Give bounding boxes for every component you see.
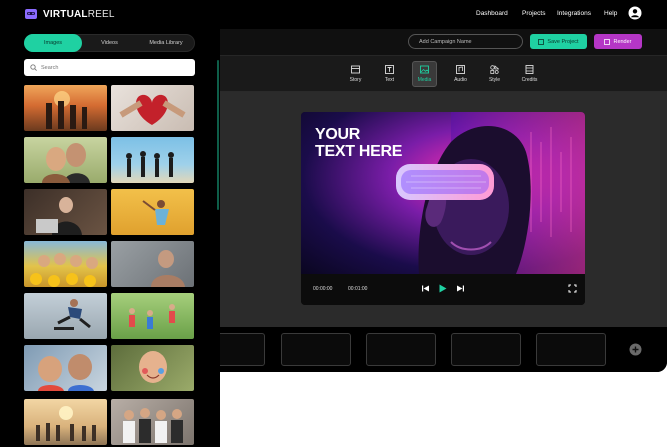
- editor-tools-bar: [220, 56, 667, 92]
- style-icon: [490, 65, 499, 74]
- brand-name: VIRTUALREEL: [43, 8, 115, 20]
- tool-story-label: Story: [349, 77, 362, 83]
- timeline-clip[interactable]: [536, 333, 606, 366]
- tool-credits-label: Credits: [521, 77, 538, 83]
- player-controls: 00:00:00 00:01:00: [301, 274, 585, 305]
- media-thumbnail[interactable]: [24, 241, 107, 287]
- video-frame: YOUR TEXT HERE: [301, 112, 585, 275]
- tool-text-label: Text: [384, 77, 395, 83]
- tool-media[interactable]: Media: [412, 61, 437, 87]
- tool-story[interactable]: Story: [343, 61, 368, 87]
- child-face-paint-image: [139, 351, 167, 383]
- video-preview[interactable]: YOUR TEXT HERE 00:00:00 00:01:00: [301, 112, 585, 305]
- group-sunset-image: [36, 406, 96, 441]
- media-thumbnail[interactable]: [111, 345, 194, 391]
- save-project-button[interactable]: Save Project: [530, 34, 587, 49]
- friends-walking-image: [126, 151, 174, 177]
- smiling-couple-image: [42, 143, 90, 183]
- audio-icon: [456, 65, 465, 74]
- overlay-text-line2[interactable]: TEXT HERE: [315, 143, 402, 160]
- media-icon: [420, 65, 429, 74]
- skateboarder-image: [54, 299, 91, 330]
- current-time: 00:00:00: [313, 286, 333, 292]
- crowd-friends-image: [123, 408, 183, 443]
- nav-help[interactable]: Help: [604, 10, 617, 17]
- tool-style[interactable]: Style: [482, 61, 507, 87]
- media-thumbnail[interactable]: [24, 293, 107, 339]
- man-portrait-image: [151, 250, 185, 287]
- render-button[interactable]: Render: [594, 34, 642, 49]
- sunflower-friends-image: [30, 253, 98, 287]
- campaign-name-input[interactable]: Add Campaign Name: [408, 34, 523, 49]
- nav-dashboard[interactable]: Dashboard: [476, 10, 508, 17]
- search-icon: [30, 64, 37, 71]
- tool-audio-label: Audio: [454, 77, 467, 83]
- tool-credits[interactable]: Credits: [517, 61, 542, 87]
- timeline-clip[interactable]: [366, 333, 436, 366]
- fullscreen-icon[interactable]: [567, 283, 578, 294]
- render-icon: [604, 38, 611, 45]
- credits-icon: [525, 65, 534, 74]
- render-label: Render: [613, 38, 632, 45]
- media-thumbnail[interactable]: [24, 399, 107, 445]
- save-icon: [538, 38, 545, 45]
- skip-back-icon[interactable]: [420, 283, 431, 294]
- logo-icon: [25, 9, 37, 19]
- play-icon[interactable]: [437, 283, 448, 294]
- add-clip-icon[interactable]: [629, 343, 642, 356]
- tab-media-library[interactable]: Media Library: [137, 34, 195, 52]
- timeline-clip[interactable]: [281, 333, 351, 366]
- tool-media-label: Media: [417, 77, 432, 83]
- logo[interactable]: VIRTUALREEL: [24, 7, 115, 21]
- two-kids-smiling-image: [38, 354, 94, 391]
- overlay-text-line1[interactable]: YOUR: [315, 126, 360, 143]
- media-thumbnail[interactable]: [111, 241, 194, 287]
- tab-images[interactable]: Images: [24, 34, 82, 52]
- search-input[interactable]: [41, 64, 181, 71]
- user-account-icon[interactable]: [628, 6, 642, 20]
- media-thumbnail[interactable]: [24, 85, 107, 131]
- skip-forward-icon[interactable]: [455, 283, 466, 294]
- timeline-clip[interactable]: [451, 333, 521, 366]
- people-sunset-image: [46, 91, 87, 129]
- text-icon: [385, 65, 394, 74]
- media-thumbnail[interactable]: [24, 137, 107, 183]
- tool-audio[interactable]: Audio: [448, 61, 473, 87]
- campaign-name-placeholder: Add Campaign Name: [419, 38, 472, 45]
- media-thumbnail[interactable]: [111, 399, 194, 445]
- panel-scrollbar[interactable]: [217, 60, 219, 210]
- woman-laptop-image: [36, 197, 82, 235]
- nav-projects[interactable]: Projects: [522, 10, 545, 17]
- media-thumbnail[interactable]: [111, 293, 194, 339]
- media-search[interactable]: [24, 59, 195, 76]
- media-thumbnail[interactable]: [111, 85, 194, 131]
- media-thumbnail[interactable]: [111, 137, 194, 183]
- woman-yellow-wall-image: [142, 200, 169, 225]
- nav-integrations[interactable]: Integrations: [557, 10, 591, 17]
- media-thumbnail[interactable]: [111, 189, 194, 235]
- media-thumbnail[interactable]: [24, 189, 107, 235]
- save-project-label: Save Project: [547, 38, 579, 45]
- tool-text[interactable]: Text: [377, 61, 402, 87]
- story-icon: [351, 65, 360, 74]
- tab-videos[interactable]: Videos: [82, 34, 137, 52]
- tool-style-label: Style: [488, 77, 501, 83]
- kids-playing-image: [129, 304, 175, 329]
- heart-hands-image: [119, 94, 186, 125]
- media-thumbnail[interactable]: [24, 345, 107, 391]
- duration: 00:01:00: [348, 286, 368, 292]
